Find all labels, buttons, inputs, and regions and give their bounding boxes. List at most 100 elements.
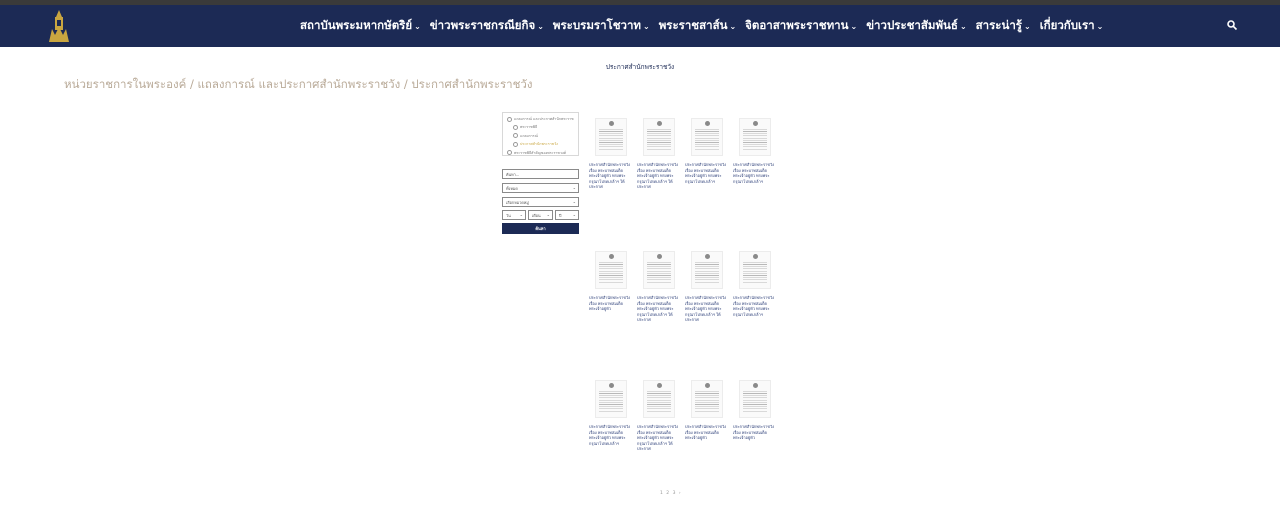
search-submit-button[interactable]: ค้นหา bbox=[502, 223, 579, 234]
announcement-caption[interactable]: ประกาศสำนักพระราชวัง เรื่อง พระบาทสมเด็จ… bbox=[733, 162, 777, 184]
document-thumbnail[interactable] bbox=[733, 114, 777, 158]
document-page bbox=[739, 118, 771, 156]
document-thumbnail[interactable] bbox=[589, 376, 633, 420]
garuda-emblem-icon bbox=[753, 121, 758, 126]
garuda-emblem-icon bbox=[657, 383, 662, 388]
text-lines bbox=[743, 262, 767, 284]
category-label: พระราชพิธี bbox=[520, 125, 538, 130]
garuda-emblem-icon bbox=[753, 254, 758, 259]
document-thumbnail[interactable] bbox=[685, 114, 729, 158]
garuda-emblem-icon bbox=[705, 121, 710, 126]
announcement-caption[interactable]: ประกาศสำนักพระราชวัง เรื่อง พระบาทสมเด็จ… bbox=[637, 162, 681, 190]
announcement-card[interactable]: ประกาศสำนักพระราชวัง เรื่อง พระบาทสมเด็จ… bbox=[589, 114, 633, 190]
document-page bbox=[739, 380, 771, 418]
announcement-card[interactable]: ประกาศสำนักพระราชวัง เรื่อง พระบาทสมเด็จ… bbox=[637, 376, 681, 452]
select-filter-1-value: ทั้งหมด bbox=[506, 186, 518, 191]
select-filter-1[interactable]: ทั้งหมด ⌄ bbox=[502, 183, 579, 193]
nav-item[interactable]: จิตอาสาพระราชทาน ⌄ bbox=[745, 17, 857, 35]
announcement-caption[interactable]: ประกาศสำนักพระราชวัง เรื่อง พระบาทสมเด็จ… bbox=[685, 162, 729, 184]
search-icon[interactable] bbox=[1226, 19, 1238, 31]
chevron-down-icon: ⌄ bbox=[643, 21, 650, 31]
chevron-down-icon: ⌄ bbox=[414, 21, 421, 31]
select-filter-2[interactable]: เลือกหมวดหมู่ ⌄ bbox=[502, 197, 579, 207]
nav-item-label: พระบรมราโชวาท bbox=[552, 18, 642, 32]
announcement-card[interactable]: ประกาศสำนักพระราชวัง เรื่อง พระบาทสมเด็จ… bbox=[733, 247, 777, 317]
document-thumbnail[interactable] bbox=[637, 247, 681, 291]
category-item[interactable]: พระราชพิธี bbox=[507, 124, 574, 130]
text-lines bbox=[647, 129, 671, 151]
category-label: ประกาศสำนักพระราชวัง bbox=[520, 142, 558, 147]
document-page bbox=[691, 380, 723, 418]
text-lines bbox=[599, 262, 623, 284]
announcement-card[interactable]: ประกาศสำนักพระราชวัง เรื่อง พระบาทสมเด็จ… bbox=[733, 114, 777, 184]
announcement-card[interactable]: ประกาศสำนักพระราชวัง เรื่อง พระบาทสมเด็จ… bbox=[685, 247, 729, 323]
document-page bbox=[643, 118, 675, 156]
text-lines bbox=[743, 129, 767, 151]
text-lines bbox=[695, 262, 719, 284]
breadcrumb[interactable]: หน่วยราชการในพระองค์ / แถลงการณ์ และประก… bbox=[64, 76, 533, 94]
chevron-down-icon: ⌄ bbox=[537, 21, 544, 31]
category-item[interactable]: แถลงการณ์ และประกาศสำนักพระราชวัง bbox=[507, 116, 574, 122]
document-page bbox=[595, 251, 627, 289]
nav-item-label: เกี่ยวกับเรา bbox=[1039, 18, 1095, 32]
category-label: แถลงการณ์ bbox=[520, 133, 538, 138]
nav-item[interactable]: สาระน่ารู้ ⌄ bbox=[976, 17, 1031, 35]
announcement-card[interactable]: ประกาศสำนักพระราชวัง เรื่อง พระบาทสมเด็จ… bbox=[685, 114, 729, 184]
text-lines bbox=[599, 129, 623, 151]
announcement-caption[interactable]: ประกาศสำนักพระราชวัง เรื่อง พระบาทสมเด็จ… bbox=[733, 295, 777, 317]
search-input[interactable]: ค้นหา... bbox=[502, 169, 579, 179]
radio-icon bbox=[507, 116, 512, 122]
announcement-card[interactable]: ประกาศสำนักพระราชวัง เรื่อง พระบาทสมเด็จ… bbox=[637, 247, 681, 323]
announcement-card[interactable]: ประกาศสำนักพระราชวัง เรื่อง พระบาทสมเด็จ… bbox=[589, 376, 633, 446]
document-thumbnail[interactable] bbox=[637, 376, 681, 420]
day-select[interactable]: วัน ⌄ bbox=[502, 210, 526, 220]
document-thumbnail[interactable] bbox=[685, 247, 729, 291]
nav-item[interactable]: พระบรมราโชวาท ⌄ bbox=[553, 17, 650, 35]
nav-item[interactable]: สถาบันพระมหากษัตริย์ ⌄ bbox=[300, 17, 421, 35]
pagination[interactable]: 1 2 3 › bbox=[660, 491, 682, 496]
radio-icon bbox=[507, 150, 512, 156]
nav-item-label: สถาบันพระมหากษัตริย์ bbox=[300, 18, 413, 32]
announcement-caption[interactable]: ประกาศสำนักพระราชวัง เรื่อง พระบาทสมเด็จ… bbox=[589, 162, 633, 190]
nav-item-label: สาระน่ารู้ bbox=[975, 18, 1022, 32]
announcement-caption[interactable]: ประกาศสำนักพระราชวัง เรื่อง พระบาทสมเด็จ… bbox=[685, 295, 729, 323]
select-filter-2-value: เลือกหมวดหมู่ bbox=[506, 200, 529, 205]
announcement-caption[interactable]: ประกาศสำนักพระราชวัง เรื่อง พระบาทสมเด็จ… bbox=[733, 424, 777, 441]
category-item[interactable]: ประกาศสำนักพระราชวัง bbox=[507, 141, 574, 147]
garuda-emblem-icon bbox=[753, 383, 758, 388]
announcement-card[interactable]: ประกาศสำนักพระราชวัง เรื่อง พระบาทสมเด็จ… bbox=[637, 114, 681, 190]
chevron-down-icon: ⌄ bbox=[850, 21, 858, 31]
category-item[interactable]: แถลงการณ์ bbox=[507, 133, 574, 139]
document-thumbnail[interactable] bbox=[733, 247, 777, 291]
announcement-card[interactable]: ประกาศสำนักพระราชวัง เรื่อง พระบาทสมเด็จ… bbox=[589, 247, 633, 312]
logo-emblem-icon[interactable] bbox=[46, 9, 72, 43]
announcement-caption[interactable]: ประกาศสำนักพระราชวัง เรื่อง พระบาทสมเด็จ… bbox=[637, 295, 681, 323]
announcement-caption[interactable]: ประกาศสำนักพระราชวัง เรื่อง พระบาทสมเด็จ… bbox=[685, 424, 729, 441]
nav-item[interactable]: ข่าวประชาสัมพันธ์ ⌄ bbox=[866, 17, 966, 35]
garuda-emblem-icon bbox=[609, 254, 614, 259]
nav-item[interactable]: เกี่ยวกับเรา ⌄ bbox=[1040, 17, 1104, 35]
nav-item[interactable]: ข่าวพระราชกรณียกิจ ⌄ bbox=[430, 17, 544, 35]
announcement-caption[interactable]: ประกาศสำนักพระราชวัง เรื่อง พระบาทสมเด็จ… bbox=[589, 295, 633, 312]
announcement-caption[interactable]: ประกาศสำนักพระราชวัง เรื่อง พระบาทสมเด็จ… bbox=[589, 424, 633, 446]
year-select[interactable]: ปี ⌄ bbox=[555, 210, 579, 220]
nav-item[interactable]: พระราชสาส์น ⌄ bbox=[659, 17, 736, 35]
document-thumbnail[interactable] bbox=[589, 114, 633, 158]
category-label: พระราชพิธีสำคัญของพระราชวงศ์ bbox=[514, 150, 566, 155]
chevron-down-icon: ⌄ bbox=[572, 199, 576, 204]
text-lines bbox=[599, 391, 623, 413]
garuda-emblem-icon bbox=[657, 254, 662, 259]
month-select[interactable]: เดือน ⌄ bbox=[528, 210, 553, 220]
announcement-caption[interactable]: ประกาศสำนักพระราชวัง เรื่อง พระบาทสมเด็จ… bbox=[637, 424, 681, 452]
document-thumbnail[interactable] bbox=[637, 114, 681, 158]
announcement-card[interactable]: ประกาศสำนักพระราชวัง เรื่อง พระบาทสมเด็จ… bbox=[733, 376, 777, 441]
announcement-card[interactable]: ประกาศสำนักพระราชวัง เรื่อง พระบาทสมเด็จ… bbox=[685, 376, 729, 441]
document-thumbnail[interactable] bbox=[589, 247, 633, 291]
document-thumbnail[interactable] bbox=[733, 376, 777, 420]
sidebar: แถลงการณ์ และประกาศสำนักพระราชวังพระราชพ… bbox=[502, 112, 579, 234]
nav-item-label: จิตอาสาพระราชทาน bbox=[745, 18, 849, 32]
document-thumbnail[interactable] bbox=[685, 376, 729, 420]
month-select-value: เดือน bbox=[532, 213, 541, 218]
main-nav: สถาบันพระมหากษัตริย์ ⌄ ข่าวพระราชกรณียกิจ ⌄… bbox=[300, 5, 1103, 47]
category-item[interactable]: พระราชพิธีสำคัญของพระราชวงศ์ bbox=[507, 150, 574, 156]
